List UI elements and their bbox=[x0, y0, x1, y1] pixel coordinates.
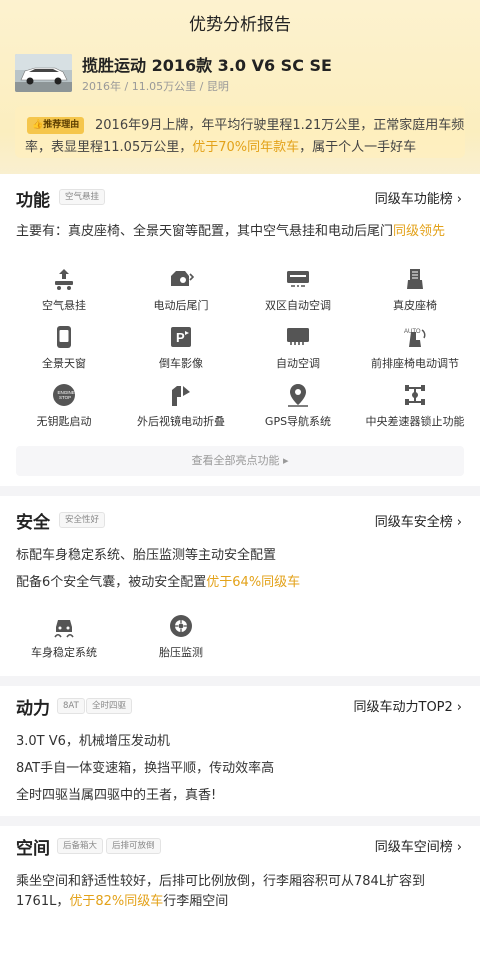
power-line: 8AT手自一体变速箱，换挡平顺，传动效率高 bbox=[16, 761, 275, 776]
power-tag: 8AT bbox=[57, 698, 85, 714]
power-tailgate-icon bbox=[171, 271, 194, 286]
recommend-reason-tag: 👍推荐理由 bbox=[27, 117, 85, 134]
power-rank-label: 同级车动力TOP2 bbox=[353, 700, 453, 715]
chevron-right-icon: › bbox=[456, 515, 462, 530]
feature-item[interactable]: AUTO 前排座椅电动调节 bbox=[360, 324, 470, 371]
tire-pressure-icon bbox=[170, 615, 192, 637]
reason-text-b: ，属于个人一手好车 bbox=[299, 140, 417, 155]
keyless-start-icon: ENGINESTOP bbox=[53, 384, 75, 406]
svg-text:P: P bbox=[176, 330, 185, 345]
safety-card: 安全 安全性好 同级车安全榜 › 标配车身稳定系统、胎压监测等主动安全配置 配备6… bbox=[0, 496, 480, 676]
space-line-2-b: 行李厢空间 bbox=[163, 894, 229, 909]
space-rank-label: 同级车空间榜 bbox=[374, 840, 453, 855]
page-title: 优势分析报告 bbox=[189, 15, 291, 35]
feature-label: 空气悬挂 bbox=[42, 299, 86, 312]
svg-text:STOP: STOP bbox=[59, 395, 71, 400]
feature-item[interactable]: ENGINE STOP 无钥匙启动 bbox=[9, 382, 119, 429]
feature-item[interactable]: 自动空调 bbox=[243, 324, 353, 371]
dual-zone-ac-icon bbox=[287, 271, 309, 287]
feature-item[interactable]: 双区自动空调 bbox=[243, 266, 353, 313]
feature-item[interactable]: 外后视镜电动折叠 bbox=[126, 382, 236, 429]
function-summary-highlight: 同级领先 bbox=[393, 224, 446, 239]
space-tag: 后排可放倒 bbox=[106, 838, 161, 854]
recommend-reason-box: 2016年9月上牌，年平均行驶里程1.21万公里，正常家庭用车频率，表显里程11… bbox=[15, 106, 465, 158]
feature-label: 外后视镜电动折叠 bbox=[137, 415, 225, 428]
power-rank-link[interactable]: 同级车动力TOP2 › bbox=[354, 696, 463, 715]
function-rank-link[interactable]: 同级车功能榜 › bbox=[375, 188, 462, 207]
safety-line-1: 标配车身稳定系统、胎压监测等主动安全配置 bbox=[16, 548, 277, 563]
feature-label: 电动后尾门 bbox=[153, 299, 209, 312]
space-line-1: 乘坐空间和舒适性较好，后排可比例放倒，行李厢容积可从784L扩容到 bbox=[16, 874, 426, 889]
space-line-2: 1761L，优于82%同级车行李厢空间 bbox=[16, 890, 228, 909]
space-rank-link[interactable]: 同级车空间榜 › bbox=[375, 836, 462, 855]
feature-item[interactable]: 胎压监测 bbox=[126, 613, 236, 660]
chevron-right-icon: › bbox=[456, 700, 462, 715]
feature-item[interactable]: 中央差速器锁止功能 bbox=[360, 382, 470, 429]
power-line: 全时四驱当属四驱中的王者，真香! bbox=[16, 788, 217, 803]
function-rank-label: 同级车功能榜 bbox=[374, 192, 453, 207]
safety-rank-label: 同级车安全榜 bbox=[374, 515, 453, 530]
safety-line-2-highlight: 优于64%同级车 bbox=[206, 575, 301, 590]
space-card: 空间 后备箱大 后排可放倒 同级车空间榜 › 乘坐空间和舒适性较好，后排可比例放倒… bbox=[0, 826, 480, 967]
feature-label: 胎压监测 bbox=[159, 646, 203, 659]
parking-camera-icon: P bbox=[171, 327, 191, 347]
feature-label: GPS导航系统 bbox=[264, 415, 332, 428]
safety-rank-link[interactable]: 同级车安全榜 › bbox=[375, 511, 462, 530]
safety-tag: 安全性好 bbox=[59, 512, 106, 528]
power-tag: 全时四驱 bbox=[86, 698, 133, 714]
feature-label: 真皮座椅 bbox=[393, 299, 437, 312]
car-thumbnail[interactable] bbox=[15, 54, 72, 92]
car-meta: 2016年 / 11.05万公里 / 昆明 bbox=[82, 80, 229, 93]
panoramic-sunroof-icon bbox=[57, 326, 71, 348]
safety-line-2-a: 配备6个安全气囊，被动安全配置 bbox=[16, 575, 207, 590]
power-seat-icon: AUTO bbox=[404, 329, 426, 347]
car-title: 揽胜运动 2016款 3.0 V6 SC SE bbox=[82, 56, 332, 75]
feature-label: 自动空调 bbox=[276, 357, 320, 370]
thumbs-up-icon: 👍 bbox=[32, 120, 44, 130]
space-tag: 后备箱大 bbox=[57, 838, 104, 854]
feature-label: 倒车影像 bbox=[159, 357, 203, 370]
svg-text:AUTO: AUTO bbox=[404, 329, 421, 335]
function-summary: 主要有：真皮座椅、全景天窗等配置，其中空气悬挂和电动后尾门同级领先 bbox=[16, 220, 445, 239]
feature-item[interactable]: GPS导航系统 bbox=[243, 382, 353, 429]
function-summary-a: 主要有：真皮座椅、全景天窗等配置，其中空气悬挂和电动后尾门 bbox=[16, 224, 394, 239]
function-tag: 空气悬挂 bbox=[59, 189, 106, 205]
recommend-reason-text: 2016年9月上牌，年平均行驶里程1.21万公里，正常家庭用车频率，表显里程11… bbox=[25, 115, 465, 158]
recommend-reason-tag-label: 推荐理由 bbox=[43, 120, 80, 130]
safety-title: 安全 bbox=[16, 513, 50, 533]
chevron-right-icon: › bbox=[456, 192, 462, 207]
feature-item[interactable]: 空气悬挂 bbox=[9, 266, 119, 313]
feature-item[interactable]: P 倒车影像 bbox=[126, 324, 236, 371]
power-title: 动力 bbox=[16, 699, 50, 719]
feature-label: 车身稳定系统 bbox=[31, 646, 97, 659]
power-line: 3.0T V6，机械增压发动机 bbox=[16, 734, 170, 749]
feature-item[interactable]: 全景天窗 bbox=[9, 324, 119, 371]
space-line-2-highlight: 优于82%同级车 bbox=[69, 894, 164, 909]
feature-label: 全景天窗 bbox=[42, 357, 86, 370]
air-suspension-icon bbox=[55, 269, 73, 290]
leather-seat-icon bbox=[407, 269, 423, 289]
space-line-2-a: 1761L， bbox=[16, 894, 70, 909]
safety-line-2: 配备6个安全气囊，被动安全配置优于64%同级车 bbox=[16, 571, 300, 590]
feature-item[interactable]: 真皮座椅 bbox=[360, 266, 470, 313]
function-title: 功能 bbox=[16, 191, 50, 211]
auto-ac-icon bbox=[287, 328, 309, 345]
chevron-right-icon: › bbox=[456, 840, 462, 855]
feature-label: 中央差速器锁止功能 bbox=[365, 415, 465, 428]
function-card: 功能 空气悬挂 同级车功能榜 › 主要有：真皮座椅、全景天窗等配置，其中空气悬挂和… bbox=[0, 174, 480, 486]
stability-control-icon bbox=[54, 620, 74, 638]
feature-label: 前排座椅电动调节 bbox=[371, 357, 459, 370]
feature-label: 无钥匙启动 bbox=[36, 415, 92, 428]
diff-lock-icon bbox=[405, 385, 425, 405]
feature-label: 双区自动空调 bbox=[265, 299, 331, 312]
feature-item[interactable]: 电动后尾门 bbox=[126, 266, 236, 313]
gps-icon bbox=[288, 384, 308, 407]
power-card: 动力 8AT 全时四驱 同级车动力TOP2 › 3.0T V6，机械增压发动机 8… bbox=[0, 686, 480, 816]
view-all-features-button[interactable]: 查看全部亮点功能 ▸ bbox=[16, 446, 464, 476]
reason-highlight: 优于70%同年款车 bbox=[192, 140, 300, 155]
mirror-fold-icon bbox=[172, 386, 190, 406]
space-title: 空间 bbox=[16, 839, 50, 859]
feature-item[interactable]: 车身稳定系统 bbox=[9, 613, 119, 660]
